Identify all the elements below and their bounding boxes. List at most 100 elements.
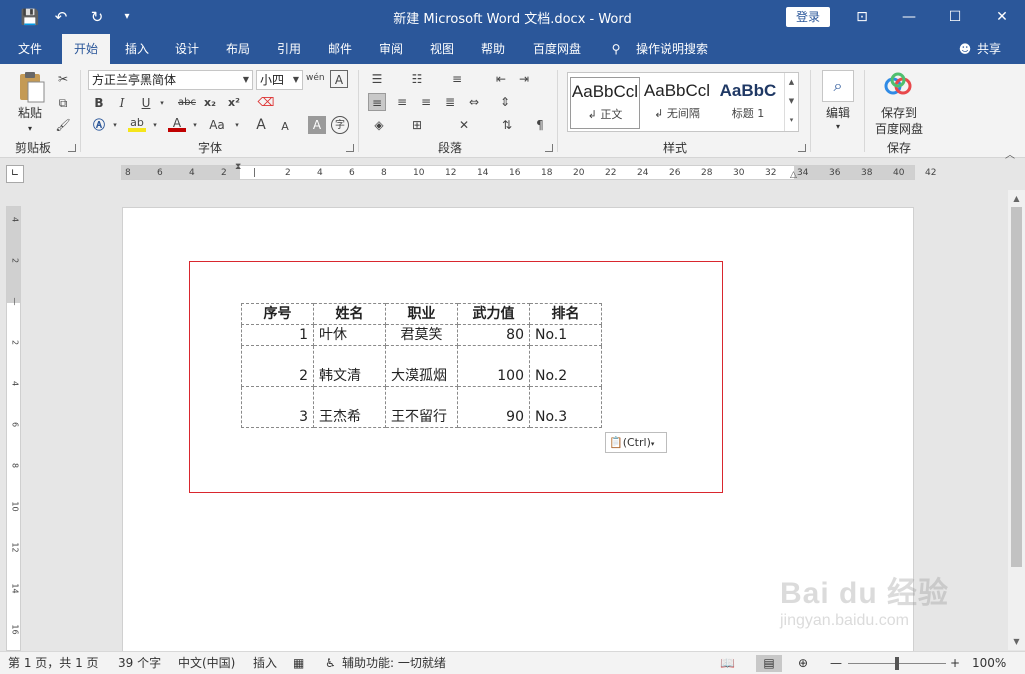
superscript-button[interactable]: x² — [225, 94, 243, 112]
accessibility-icon[interactable]: ♿ — [325, 655, 336, 672]
zoom-level[interactable]: 100% — [972, 655, 1006, 672]
tab-help[interactable]: 帮助 — [472, 34, 514, 64]
tab-home[interactable]: 开始 — [62, 34, 110, 64]
ribbon-display-options-icon[interactable]: ⊡ — [839, 0, 885, 34]
phonetic-guide-icon[interactable]: wén — [306, 69, 325, 87]
scroll-up-icon[interactable]: ▲ — [1008, 190, 1025, 207]
shading-icon[interactable]: ◈ — [370, 116, 388, 134]
table-cell[interactable]: No.1 — [529, 324, 602, 346]
align-right-icon[interactable]: ≡ — [417, 93, 435, 111]
tab-insert[interactable]: 插入 — [116, 34, 158, 64]
font-size-combo[interactable]: 小四 ▼ — [256, 70, 303, 90]
change-case-button[interactable]: Aa — [206, 116, 228, 134]
paragraph-launcher-icon[interactable] — [545, 144, 553, 152]
chevron-down-icon[interactable]: ▾ — [153, 94, 171, 112]
styles-scroll[interactable]: ▲ ▼ ▾ — [784, 73, 798, 131]
minimize-button[interactable]: — — [886, 0, 932, 34]
chevron-down-icon[interactable]: ▾ — [186, 116, 204, 134]
table-cell[interactable]: 王杰希 — [313, 386, 386, 428]
table-cell[interactable]: 100 — [457, 345, 530, 387]
zoom-in-icon[interactable]: + — [950, 655, 960, 672]
clipboard-launcher-icon[interactable] — [68, 144, 76, 152]
data-table[interactable]: 序号 姓名 职业 武力值 排名 1 叶休 君莫笑 80 No.1 2 韩文清 大… — [241, 303, 602, 428]
clear-format-icon[interactable]: A — [330, 70, 348, 88]
macro-icon[interactable]: ▦ — [293, 655, 304, 672]
vertical-scrollbar[interactable]: ▲ ▼ — [1008, 190, 1025, 650]
chevron-down-icon[interactable]: ▾ — [818, 118, 858, 136]
share-button[interactable]: 共享 — [975, 34, 1003, 64]
word-count[interactable]: 39 个字 — [118, 655, 161, 672]
borders-icon[interactable]: ⊞ — [408, 116, 426, 134]
table-cell[interactable]: No.3 — [529, 386, 602, 428]
font-color-icon[interactable]: A — [168, 114, 186, 132]
vertical-ruler[interactable]: 4 2 — 2 4 6 8 10 12 14 16 — [6, 206, 21, 651]
align-center-icon[interactable]: ≡ — [393, 93, 411, 111]
scroll-down-icon[interactable]: ▼ — [1008, 633, 1025, 650]
chevron-down-icon[interactable]: ▾ — [106, 116, 124, 134]
distributed-icon[interactable]: ⇔ — [465, 93, 483, 111]
horizontal-ruler[interactable]: ⧗ △ 8 6 4 2 | 2 4 6 8 10 12 14 16 18 20 22 24 26 28 30 32 34 3… — [121, 162, 936, 180]
read-mode-icon[interactable]: 📖 — [720, 655, 735, 672]
maximize-button[interactable]: ☐ — [932, 0, 978, 34]
tab-layout[interactable]: 布局 — [217, 34, 259, 64]
decrease-indent-icon[interactable]: ⇤ — [492, 70, 510, 88]
increase-indent-icon[interactable]: ⇥ — [515, 70, 533, 88]
table-cell[interactable]: 80 — [457, 324, 530, 346]
tab-review[interactable]: 审阅 — [370, 34, 412, 64]
zoom-slider-thumb[interactable] — [895, 657, 899, 670]
tab-view[interactable]: 视图 — [421, 34, 463, 64]
table-cell[interactable]: 3 — [241, 386, 314, 428]
tell-me-search[interactable]: 操作说明搜索 — [632, 34, 712, 64]
bold-button[interactable]: B — [90, 94, 108, 112]
save-to-baidu-line2[interactable]: 百度网盘 — [868, 120, 930, 138]
tab-file[interactable]: 文件 — [8, 34, 52, 64]
sort-icon[interactable]: ⇅ — [498, 116, 516, 134]
language-indicator[interactable]: 中文(中国) — [178, 655, 235, 672]
cut-icon[interactable]: ✂ — [54, 70, 72, 88]
paste-dropdown-icon[interactable]: ▾ — [12, 120, 48, 138]
table-cell[interactable]: 王不留行 — [385, 386, 458, 428]
strikethrough-button[interactable]: abc — [176, 94, 198, 112]
multilevel-list-icon[interactable]: ≡ — [448, 70, 466, 88]
tab-design[interactable]: 设计 — [166, 34, 208, 64]
copy-icon[interactable]: ⧉ — [54, 94, 72, 112]
bullets-icon[interactable]: ☰ — [368, 70, 386, 88]
paste-icon[interactable] — [14, 70, 48, 104]
print-layout-icon[interactable]: ▤ — [756, 655, 782, 672]
numbering-icon[interactable]: ☷ — [408, 70, 426, 88]
enclose-characters-button[interactable]: 字 — [331, 116, 349, 134]
zoom-out-icon[interactable]: — — [830, 655, 842, 672]
style-heading-1[interactable]: AaBbC 标题 1 — [714, 77, 782, 129]
tab-selector-icon[interactable]: ∟ — [6, 165, 24, 183]
tab-baidu-netdisk[interactable]: 百度网盘 — [526, 34, 588, 64]
character-shading-button[interactable]: A — [308, 116, 326, 134]
align-left-icon[interactable]: ≡ — [368, 93, 386, 111]
table-cell[interactable]: 韩文清 — [313, 345, 386, 387]
paste-options-button[interactable]: 📋(Ctrl)▾ — [605, 432, 667, 453]
show-formatting-icon[interactable]: ¶ — [531, 116, 549, 134]
subscript-button[interactable]: x₂ — [201, 94, 219, 112]
search-icon[interactable]: ⌕ — [822, 70, 854, 102]
table-header[interactable]: 排名 — [529, 303, 602, 325]
table-header[interactable]: 武力值 — [457, 303, 530, 325]
login-button[interactable]: 登录 — [786, 7, 830, 27]
web-layout-icon[interactable]: ⊕ — [798, 655, 808, 672]
line-spacing-icon[interactable]: ⇕ — [496, 93, 514, 111]
insert-mode[interactable]: 插入 — [253, 655, 277, 672]
table-header[interactable]: 职业 — [385, 303, 458, 325]
highlight-icon[interactable]: ab — [128, 114, 146, 132]
style-no-spacing[interactable]: AaBbCcl ↲ 无间隔 — [642, 77, 712, 129]
font-name-combo[interactable]: 方正兰亭黑简体 ▼ — [88, 70, 253, 90]
table-cell[interactable]: 90 — [457, 386, 530, 428]
eraser-icon[interactable]: ⌫ — [257, 93, 275, 111]
grow-font-button[interactable]: A — [252, 116, 270, 134]
accessibility-status[interactable]: 辅助功能: 一切就绪 — [342, 655, 446, 672]
style-normal[interactable]: AaBbCcl ↲ 正文 — [570, 77, 640, 129]
italic-button[interactable]: I — [113, 94, 131, 112]
table-header[interactable]: 序号 — [241, 303, 314, 325]
chevron-down-icon[interactable]: ▾ — [146, 116, 164, 134]
table-cell[interactable]: No.2 — [529, 345, 602, 387]
chevron-down-icon[interactable]: ▾ — [228, 116, 246, 134]
styles-launcher-icon[interactable] — [798, 144, 806, 152]
table-cell[interactable]: 叶休 — [313, 324, 386, 346]
